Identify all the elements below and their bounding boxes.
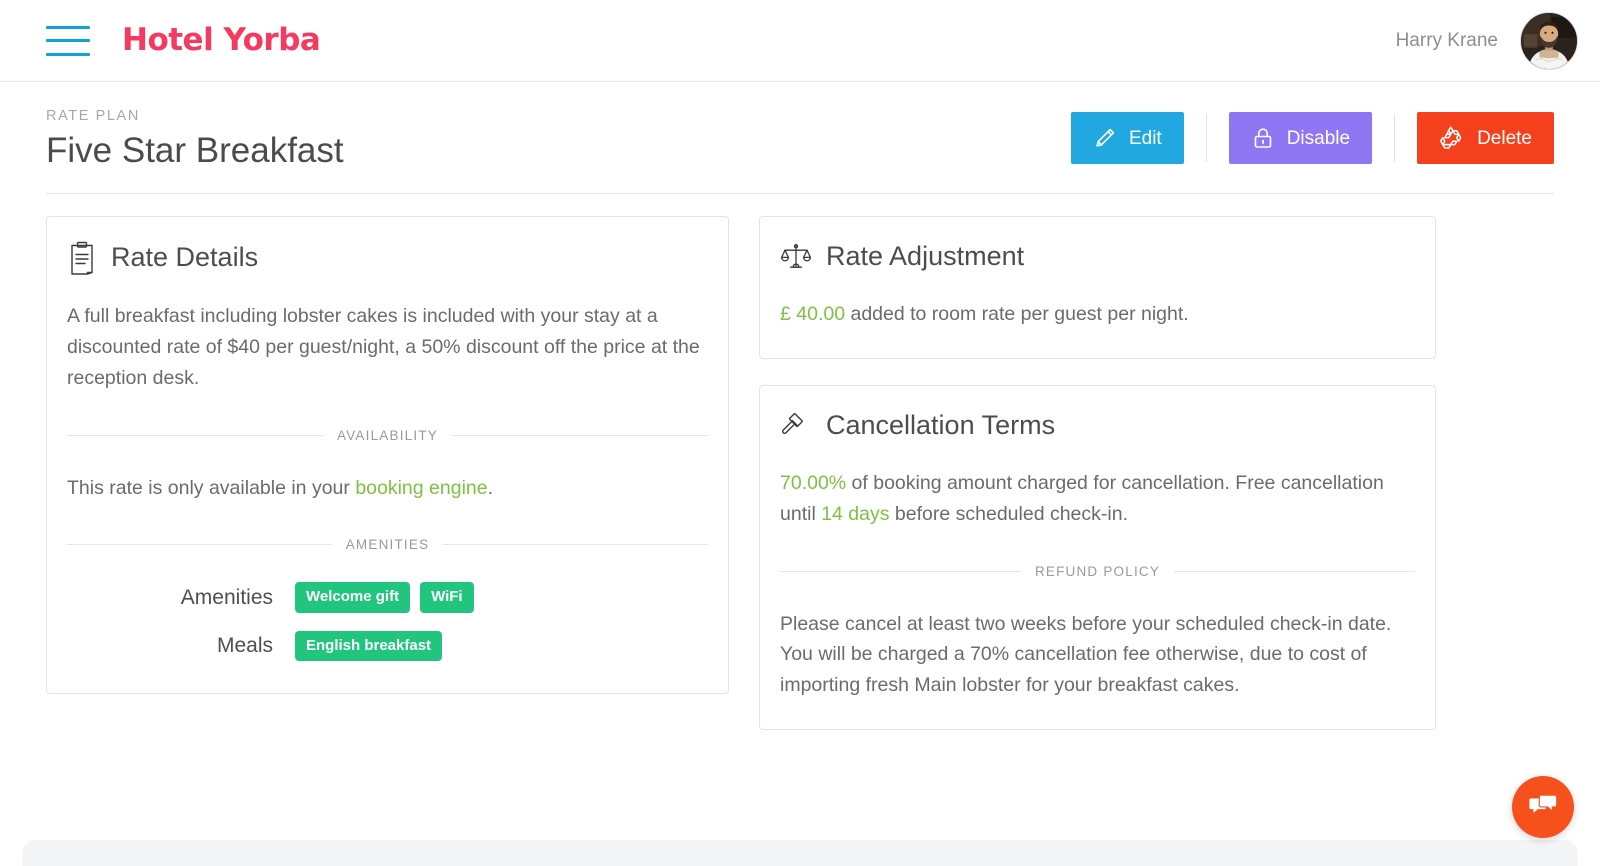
cancellation-terms-title: Cancellation Terms <box>826 410 1056 441</box>
recycle-icon <box>1440 126 1462 149</box>
amenities-tag-list: Welcome gift WiFi <box>295 582 474 613</box>
amenities-row: Amenities Welcome gift WiFi <box>67 582 708 613</box>
hamburger-menu-icon[interactable] <box>46 25 90 56</box>
rate-adjustment-card: Rate Adjustment £ 40.00 added to room ra… <box>759 216 1436 360</box>
user-menu[interactable]: Harry Krane <box>1395 11 1578 70</box>
availability-text: This rate is only available in your book… <box>67 473 708 504</box>
meals-tag-list: English breakfast <box>295 630 443 662</box>
page-bottom-edge <box>22 840 1578 866</box>
edit-button-label: Edit <box>1128 127 1162 149</box>
disable-button-label: Disable <box>1286 127 1351 149</box>
hamburger-line <box>46 25 90 29</box>
chat-widget-button[interactable] <box>1512 776 1574 838</box>
rate-adjustment-suffix: added to room rate per guest per night. <box>845 303 1189 326</box>
cancellation-terms-text: 70.00% of booking amount charged for can… <box>780 468 1415 530</box>
refund-policy-divider: REFUND POLICY <box>780 564 1415 579</box>
delete-button[interactable]: Delete <box>1417 112 1554 164</box>
rate-adjustment-header: Rate Adjustment <box>780 241 1415 273</box>
rate-adjustment-title: Rate Adjustment <box>826 241 1025 272</box>
cancellation-terms-header: Cancellation Terms <box>780 410 1415 442</box>
meals-row-label: Meals <box>216 634 273 658</box>
hamburger-line <box>46 39 90 42</box>
divider-line <box>443 544 708 546</box>
hamburger-line <box>46 52 90 56</box>
chat-bubbles-icon <box>1529 794 1558 813</box>
action-button-group: Edit Disable Delete <box>1070 106 1554 164</box>
user-name-label: Harry Krane <box>1395 29 1498 51</box>
divider-line <box>451 434 708 436</box>
meal-tag[interactable]: English breakfast <box>295 630 443 662</box>
rate-details-header: Rate Details <box>67 241 708 275</box>
cancellation-percent: 70.00% <box>780 472 847 495</box>
divider-line <box>67 434 324 436</box>
availability-prefix: This rate is only available in your <box>67 476 356 499</box>
top-header-bar: Hotel Yorba Harry Krane <box>0 0 1600 82</box>
cancellation-days: 14 days <box>821 502 890 525</box>
rate-details-title: Rate Details <box>111 242 259 273</box>
edit-button[interactable]: Edit <box>1070 112 1184 164</box>
right-column: Rate Adjustment £ 40.00 added to room ra… <box>759 216 1436 731</box>
main-content: Rate Details A full breakfast including … <box>0 194 1600 731</box>
amenity-tag[interactable]: Welcome gift <box>295 582 411 613</box>
lock-icon <box>1254 128 1272 148</box>
meals-row: Meals English breakfast <box>67 630 708 662</box>
booking-engine-link[interactable]: booking engine <box>355 477 487 499</box>
cancellation-terms-card: Cancellation Terms 70.00% of booking amo… <box>759 385 1436 731</box>
left-column: Rate Details A full breakfast including … <box>46 216 729 695</box>
title-row: RATE PLAN Five Star Breakfast Edit Disab… <box>46 106 1554 195</box>
amenities-row-label: Amenities <box>180 585 273 609</box>
rate-details-card: Rate Details A full breakfast including … <box>46 216 729 695</box>
page-title: Five Star Breakfast <box>46 131 344 170</box>
rate-adjustment-text: £ 40.00 added to room rate per guest per… <box>780 299 1415 330</box>
scales-balance-icon <box>780 244 812 269</box>
title-left: RATE PLAN Five Star Breakfast <box>46 106 344 171</box>
amenities-caption: AMENITIES <box>345 537 430 553</box>
brand-logo[interactable]: Hotel Yorba <box>122 25 321 56</box>
refund-policy-text: Please cancel at least two weeks before … <box>780 612 1392 697</box>
refund-policy-caption: REFUND POLICY <box>1034 563 1161 579</box>
availability-divider: AVAILABILITY <box>67 428 708 443</box>
page-title-area: RATE PLAN Five Star Breakfast Edit Disab… <box>0 82 1600 195</box>
divider-line <box>1174 570 1415 572</box>
cancellation-text-end: before scheduled check-in. <box>889 502 1128 525</box>
availability-caption: AVAILABILITY <box>337 427 438 443</box>
action-divider <box>1205 114 1207 162</box>
amenity-tag[interactable]: WiFi <box>420 582 474 613</box>
divider-line <box>780 570 1021 572</box>
pencil-icon <box>1096 128 1115 147</box>
amenities-divider: AMENITIES <box>67 537 708 552</box>
avatar[interactable] <box>1520 11 1578 70</box>
rate-details-description: A full breakfast including lobster cakes… <box>67 305 700 389</box>
clipboard-icon <box>71 242 93 275</box>
breadcrumb-eyebrow: RATE PLAN <box>46 108 140 124</box>
delete-button-label: Delete <box>1477 127 1532 149</box>
user-avatar-photo <box>1521 12 1577 69</box>
availability-suffix: . <box>487 476 494 499</box>
gavel-icon <box>782 412 803 434</box>
disable-button[interactable]: Disable <box>1228 112 1373 164</box>
divider-line <box>67 544 332 546</box>
action-divider <box>1394 114 1396 162</box>
rate-adjustment-amount: £ 40.00 <box>780 303 846 326</box>
